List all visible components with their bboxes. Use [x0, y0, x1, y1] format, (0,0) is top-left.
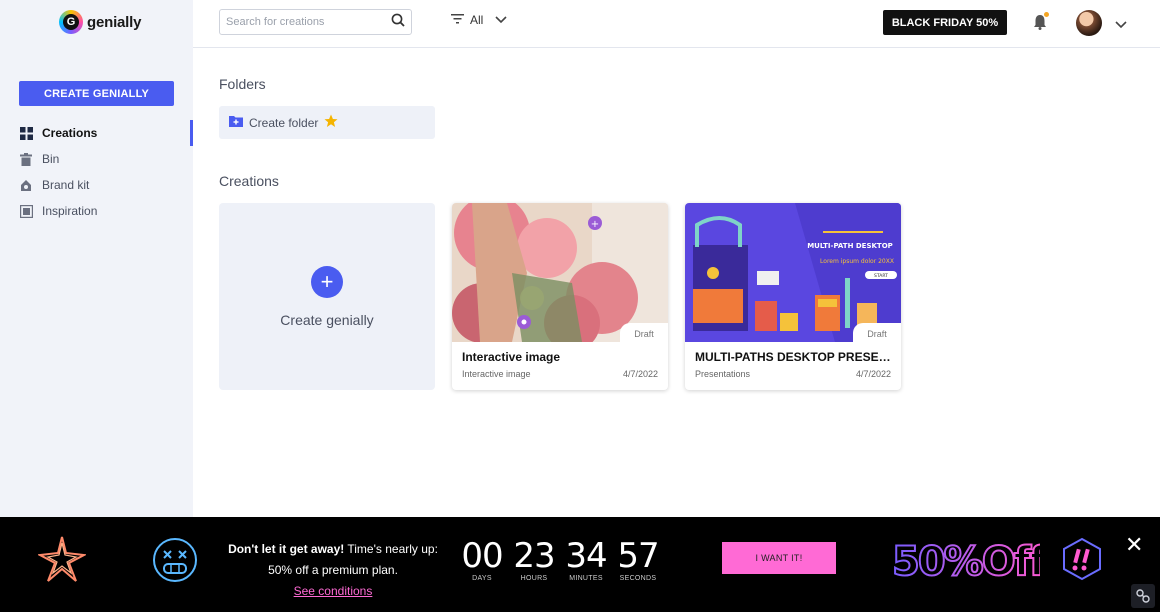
creation-card-interactive-image[interactable]: + Draft Interactive image Interactive im…: [452, 203, 668, 390]
folder-plus-icon: [229, 115, 243, 130]
chevron-down-icon[interactable]: [1115, 16, 1127, 34]
sidebar: G genially CREATE GENIALLY Creations Bin…: [0, 0, 193, 517]
create-genially-card[interactable]: + Create genially: [219, 203, 435, 390]
thumb-heading: MULTI-PATH DESKTOP: [807, 242, 893, 250]
create-genially-card-label: Create genially: [280, 311, 374, 328]
close-icon[interactable]: ✕: [1125, 534, 1143, 556]
draft-badge: Draft: [620, 323, 668, 345]
creation-card-multi-paths[interactable]: MULTI-PATH DESKTOP Lorem ipsum dolor 20X…: [685, 203, 901, 390]
genially-logo-icon: G: [59, 10, 83, 34]
plus-icon: +: [311, 265, 343, 298]
translate-icon[interactable]: [1131, 584, 1155, 608]
starburst-icon: [36, 535, 88, 588]
card-thumbnail: +: [452, 203, 668, 342]
genially-logo[interactable]: G genially: [59, 10, 141, 34]
countdown-value: 23: [513, 536, 555, 576]
promo-line-2: 50% off a premium plan.: [268, 563, 398, 577]
promo-banner: Don't let it get away! Time's nearly up:…: [0, 517, 1160, 612]
chevron-down-icon: [495, 13, 507, 27]
sidebar-item-label: Bin: [42, 152, 60, 166]
draft-badge: Draft: [853, 323, 901, 345]
promo-line-1: Don't let it get away! Time's nearly up:: [222, 539, 444, 560]
card-date: 4/7/2022: [855, 369, 891, 379]
i-want-it-button[interactable]: I WANT IT!: [722, 542, 836, 574]
exclamation-badge-icon: [1060, 537, 1104, 586]
promo-message: Don't let it get away! Time's nearly up:…: [222, 539, 444, 602]
sidebar-item-inspiration[interactable]: Inspiration: [0, 198, 193, 224]
sidebar-item-brand-kit[interactable]: Brand kit: [0, 172, 193, 198]
see-conditions-link[interactable]: See conditions: [294, 584, 373, 598]
filter-dropdown[interactable]: All: [451, 13, 507, 27]
sidebar-nav: Creations Bin Brand kit Inspiration: [0, 120, 193, 224]
create-folder-button[interactable]: Create folder: [219, 106, 435, 139]
countdown-timer: 00 DAYS 23 HOURS 34 MINUTES 57 SECONDS: [461, 536, 659, 582]
countdown-days: 00 DAYS: [461, 536, 503, 582]
sidebar-item-label: Creations: [42, 126, 98, 140]
black-friday-badge[interactable]: BLACK FRIDAY 50%: [883, 10, 1007, 35]
thumb-start-label: START: [874, 273, 888, 279]
card-date: 4/7/2022: [622, 369, 658, 379]
avatar[interactable]: [1076, 10, 1102, 36]
countdown-label: DAYS: [472, 575, 492, 582]
countdown-label: SECONDS: [619, 575, 657, 582]
promo-headline-rest: Time's nearly up:: [344, 542, 438, 556]
countdown-seconds: 57 SECONDS: [617, 536, 659, 582]
notification-dot: [1044, 12, 1049, 17]
search-box[interactable]: [219, 9, 412, 35]
card-title: MULTI-PATHS DESKTOP PRESENTATION: [695, 350, 891, 364]
brand-kit-icon: [19, 178, 33, 192]
card-title: Interactive image: [462, 350, 561, 364]
filter-label: All: [470, 13, 484, 27]
countdown-minutes: 34 MINUTES: [565, 536, 607, 582]
sidebar-item-label: Inspiration: [42, 204, 98, 218]
search-icon[interactable]: [391, 13, 405, 32]
create-folder-label: Create folder: [249, 115, 319, 130]
card-type: Interactive image: [462, 369, 531, 379]
search-input[interactable]: [226, 16, 391, 28]
creations-title: Creations: [219, 173, 279, 189]
card-type: Presentations: [695, 369, 751, 379]
svg-text:+: +: [591, 219, 599, 230]
countdown-value: 00: [461, 536, 503, 576]
grid-icon: [19, 126, 33, 140]
thumb-subtitle: Lorem ipsum dolor 20XX: [820, 258, 894, 265]
promo-headline-bold: Don't let it get away!: [228, 542, 345, 556]
filter-icon: [451, 13, 464, 27]
promo-big-text-label: 50%Off: [892, 539, 1040, 585]
countdown-label: HOURS: [520, 575, 548, 582]
create-genially-button[interactable]: CREATE GENIALLY: [19, 81, 174, 106]
inspiration-icon: [19, 204, 33, 218]
countdown-label: MINUTES: [569, 575, 603, 582]
top-bar: All BLACK FRIDAY 50%: [193, 0, 1160, 48]
trash-icon: [19, 152, 33, 166]
countdown-value: 57: [617, 536, 659, 576]
promo-big-text: 50%Off: [890, 531, 1050, 594]
folders-title: Folders: [219, 76, 266, 92]
sidebar-item-label: Brand kit: [42, 178, 90, 192]
brand-name: genially: [87, 13, 142, 31]
grinning-face-icon: [152, 537, 198, 588]
sidebar-item-creations[interactable]: Creations: [0, 120, 193, 146]
countdown-hours: 23 HOURS: [513, 536, 555, 582]
card-thumbnail: MULTI-PATH DESKTOP Lorem ipsum dolor 20X…: [685, 203, 901, 342]
notifications-bell-icon[interactable]: [1033, 12, 1049, 35]
sidebar-item-bin[interactable]: Bin: [0, 146, 193, 172]
star-icon: [324, 114, 338, 131]
countdown-value: 34: [565, 536, 607, 576]
